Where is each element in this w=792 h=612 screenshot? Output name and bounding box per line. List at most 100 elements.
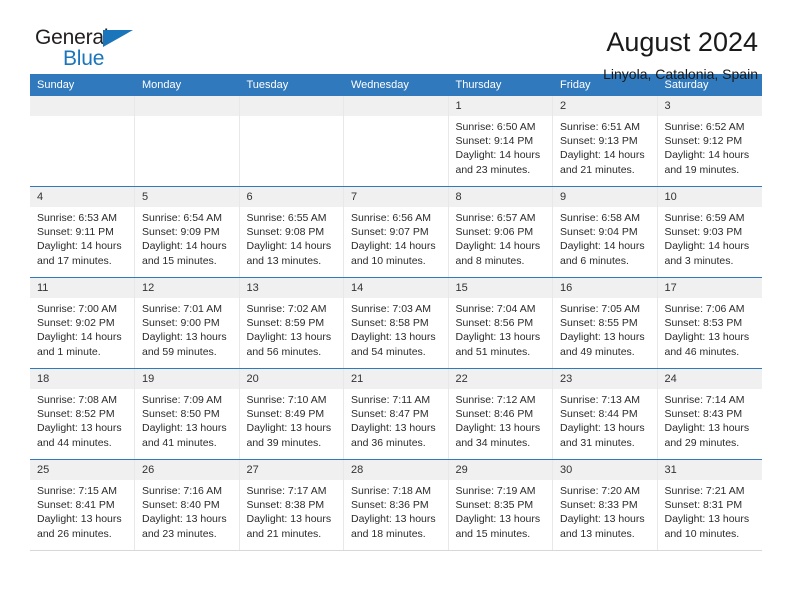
day-number: 12 [135,278,239,298]
calendar-day-cell[interactable]: 17 Sunrise: 7:06 AM Sunset: 8:53 PM Dayligh… [657,277,762,369]
daylight-duration-line1: Daylight: 13 hours [37,513,122,526]
calendar-day-cell-empty [343,96,449,187]
day-cell-inner: 27 Sunrise: 7:17 AM Sunset: 8:38 PM Dayligh… [239,460,343,550]
calendar-day-cell[interactable]: 5 Sunrise: 6:54 AM Sunset: 9:09 PM Daylight… [134,186,240,278]
calendar-day-cell[interactable]: 27 Sunrise: 7:17 AM Sunset: 8:38 PM Dayligh… [239,459,344,551]
calendar-day-cell-empty [30,96,135,187]
day-number: 18 [30,369,134,389]
day-cell-inner: 8 Sunrise: 6:57 AM Sunset: 9:06 PM Daylight… [448,187,552,277]
sunrise-time: Sunrise: 6:50 AM [455,121,536,133]
sunset-time: Sunset: 9:09 PM [142,226,220,239]
daylight-duration-line1: Daylight: 14 hours [455,149,541,162]
calendar-day-cell[interactable]: 4 Sunrise: 6:53 AM Sunset: 9:11 PM Daylight… [30,186,135,278]
daylight-duration-line2: and 3 minutes. [664,254,734,267]
calendar-day-cell[interactable]: 23 Sunrise: 7:13 AM Sunset: 8:44 PM Dayligh… [552,368,658,460]
sunrise-time: Sunrise: 7:03 AM [351,303,431,315]
day-number: 29 [448,460,552,480]
calendar-day-cell[interactable]: 8 Sunrise: 6:57 AM Sunset: 9:06 PM Daylight… [448,186,553,278]
calendar-day-cell[interactable]: 10 Sunrise: 6:59 AM Sunset: 9:03 PM Dayligh… [657,186,762,278]
sunset-time: Sunset: 8:46 PM [455,408,534,421]
daylight-duration-line1: Daylight: 14 hours [351,240,436,253]
day-details: Sunrise: 7:08 AM Sunset: 8:52 PM Daylight:… [30,389,134,450]
calendar-day-cell[interactable]: 21 Sunrise: 7:11 AM Sunset: 8:47 PM Dayligh… [343,368,449,460]
daylight-duration-line1: Daylight: 14 hours [664,149,750,162]
sunset-time: Sunset: 8:43 PM [664,408,743,421]
day-number: 20 [239,369,343,389]
day-number: 15 [448,278,552,298]
sunrise-time: Sunrise: 7:01 AM [142,303,222,315]
daylight-duration-line1: Daylight: 13 hours [142,513,227,526]
daylight-duration-line1: Daylight: 13 hours [664,422,750,435]
calendar-day-cell[interactable]: 1 Sunrise: 6:50 AM Sunset: 9:14 PM Daylight… [448,96,553,187]
calendar-day-cell[interactable]: 29 Sunrise: 7:19 AM Sunset: 8:35 PM Dayligh… [448,459,553,551]
calendar-day-cell[interactable]: 19 Sunrise: 7:09 AM Sunset: 8:50 PM Dayligh… [134,368,240,460]
day-details: Sunrise: 7:04 AM Sunset: 8:56 PM Daylight:… [449,298,553,359]
calendar-day-cell[interactable]: 26 Sunrise: 7:16 AM Sunset: 8:40 PM Dayligh… [134,459,240,551]
calendar-day-cell[interactable]: 31 Sunrise: 7:21 AM Sunset: 8:31 PM Dayligh… [657,459,762,551]
calendar-day-cell[interactable]: 12 Sunrise: 7:01 AM Sunset: 9:00 PM Dayligh… [134,277,240,369]
daylight-duration-line2: and 21 minutes. [560,163,635,176]
calendar-day-cell[interactable]: 20 Sunrise: 7:10 AM Sunset: 8:49 PM Dayligh… [239,368,344,460]
day-details: Sunrise: 6:52 AM Sunset: 9:12 PM Daylight:… [658,116,762,177]
daylight-duration-line2: and 15 minutes. [142,254,217,267]
calendar-day-cell[interactable]: 18 Sunrise: 7:08 AM Sunset: 8:52 PM Dayligh… [30,368,135,460]
day-details: Sunrise: 6:54 AM Sunset: 9:09 PM Daylight:… [135,207,239,268]
calendar-day-cell[interactable]: 22 Sunrise: 7:12 AM Sunset: 8:46 PM Dayligh… [448,368,553,460]
day-number: 19 [135,369,239,389]
day-details: Sunrise: 7:09 AM Sunset: 8:50 PM Daylight:… [135,389,239,450]
day-cell-inner: 19 Sunrise: 7:09 AM Sunset: 8:50 PM Dayligh… [135,369,239,459]
sunrise-time: Sunrise: 7:15 AM [37,485,117,497]
day-number: 9 [553,187,657,207]
calendar-day-cell[interactable]: 25 Sunrise: 7:15 AM Sunset: 8:41 PM Dayligh… [30,459,135,551]
day-details: Sunrise: 7:12 AM Sunset: 8:46 PM Daylight:… [449,389,553,450]
daylight-duration-line1: Daylight: 13 hours [455,422,541,435]
daylight-duration-line2: and 39 minutes. [246,436,322,449]
sunset-time: Sunset: 8:38 PM [246,499,325,512]
sunset-time: Sunset: 8:59 PM [246,317,325,330]
daylight-duration-line2: and 56 minutes. [246,345,322,358]
daylight-duration-line1: Daylight: 14 hours [37,240,122,253]
sunset-time: Sunset: 9:03 PM [664,226,743,239]
daylight-duration-line2: and 49 minutes. [560,345,635,358]
daylight-duration-line1: Daylight: 13 hours [560,422,645,435]
daylight-duration-line1: Daylight: 13 hours [560,513,645,526]
day-number: 28 [344,460,448,480]
calendar-day-cell[interactable]: 2 Sunrise: 6:51 AM Sunset: 9:13 PM Daylight… [552,96,658,187]
calendar-day-cell[interactable]: 13 Sunrise: 7:02 AM Sunset: 8:59 PM Dayligh… [239,277,344,369]
daylight-duration-line2: and 44 minutes. [37,436,112,449]
calendar-day-cell[interactable]: 28 Sunrise: 7:18 AM Sunset: 8:36 PM Dayligh… [343,459,449,551]
calendar-day-cell[interactable]: 24 Sunrise: 7:14 AM Sunset: 8:43 PM Dayligh… [657,368,762,460]
daylight-duration-line1: Daylight: 13 hours [142,422,227,435]
brand-logo[interactable]: General Blue [30,26,155,78]
day-cell-inner: 28 Sunrise: 7:18 AM Sunset: 8:36 PM Dayligh… [344,460,448,550]
day-cell-inner: 18 Sunrise: 7:08 AM Sunset: 8:52 PM Dayligh… [30,369,134,459]
day-details: Sunrise: 7:03 AM Sunset: 8:58 PM Daylight:… [344,298,448,359]
calendar-day-cell-empty [134,96,240,187]
daylight-duration-line1: Daylight: 13 hours [560,331,645,344]
day-details: Sunrise: 7:21 AM Sunset: 8:31 PM Daylight:… [658,480,762,541]
day-number: 11 [30,278,134,298]
sunset-time: Sunset: 9:06 PM [455,226,534,239]
day-cell-inner: 5 Sunrise: 6:54 AM Sunset: 9:09 PM Daylight… [135,187,239,277]
daylight-duration-line1: Daylight: 13 hours [351,513,436,526]
day-cell-inner [30,96,134,186]
calendar-day-cell[interactable]: 30 Sunrise: 7:20 AM Sunset: 8:33 PM Dayligh… [552,459,658,551]
day-cell-inner: 10 Sunrise: 6:59 AM Sunset: 9:03 PM Dayligh… [657,187,762,277]
calendar-day-cell[interactable]: 9 Sunrise: 6:58 AM Sunset: 9:04 PM Daylight… [552,186,658,278]
day-number: 16 [553,278,657,298]
daylight-duration-line1: Daylight: 13 hours [142,331,227,344]
calendar-day-cell[interactable]: 7 Sunrise: 6:56 AM Sunset: 9:07 PM Daylight… [343,186,449,278]
day-details: Sunrise: 6:59 AM Sunset: 9:03 PM Daylight:… [658,207,762,268]
day-details: Sunrise: 6:50 AM Sunset: 9:14 PM Daylight:… [449,116,553,177]
daylight-duration-line1: Daylight: 13 hours [351,331,436,344]
day-cell-inner: 13 Sunrise: 7:02 AM Sunset: 8:59 PM Dayligh… [239,278,343,368]
calendar-day-cell[interactable]: 14 Sunrise: 7:03 AM Sunset: 8:58 PM Dayligh… [343,277,449,369]
calendar-day-cell[interactable]: 11 Sunrise: 7:00 AM Sunset: 9:02 PM Dayligh… [30,277,135,369]
calendar-day-cell[interactable]: 16 Sunrise: 7:05 AM Sunset: 8:55 PM Dayligh… [552,277,658,369]
calendar-day-cell[interactable]: 15 Sunrise: 7:04 AM Sunset: 8:56 PM Dayligh… [448,277,553,369]
day-number: 14 [344,278,448,298]
calendar-day-cell[interactable]: 3 Sunrise: 6:52 AM Sunset: 9:12 PM Daylight… [657,96,762,187]
sunrise-time: Sunrise: 6:57 AM [455,212,536,224]
day-details: Sunrise: 6:56 AM Sunset: 9:07 PM Daylight:… [344,207,448,268]
calendar-day-cell[interactable]: 6 Sunrise: 6:55 AM Sunset: 9:08 PM Daylight… [239,186,344,278]
